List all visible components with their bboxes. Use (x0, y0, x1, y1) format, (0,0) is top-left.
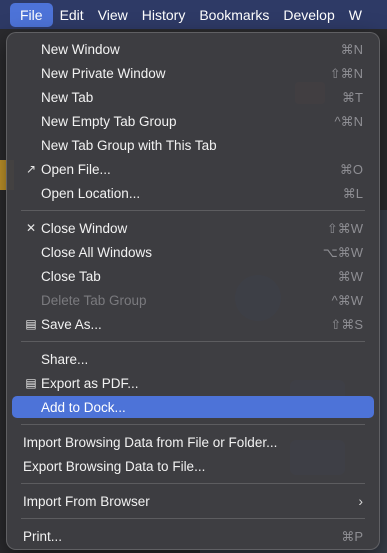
menu-item-new-window[interactable]: New Window ⌘N (12, 38, 374, 60)
menu-item-new-tab[interactable]: New Tab ⌘T (12, 86, 374, 108)
menu-separator (21, 210, 365, 211)
menu-edit[interactable]: Edit (53, 3, 91, 27)
menu-item-close-window[interactable]: ✕ Close Window ⇧⌘W (12, 217, 374, 239)
menu-item-share[interactable]: Share... (12, 348, 374, 370)
menu-history[interactable]: History (135, 3, 193, 27)
menu-view[interactable]: View (91, 3, 135, 27)
menu-item-close-all-windows[interactable]: Close All Windows ⌥⌘W (12, 241, 374, 263)
menu-item-new-empty-tab-group[interactable]: New Empty Tab Group ^⌘N (12, 110, 374, 132)
shortcut: ⌘W (337, 269, 363, 284)
menu-item-label: New Tab (41, 90, 94, 105)
menu-item-label: New Empty Tab Group (41, 114, 177, 129)
menu-item-new-tab-group-with-this-tab[interactable]: New Tab Group with This Tab (12, 134, 374, 156)
menu-item-label: Open Location... (41, 186, 141, 201)
menu-item-label: Add to Dock... (41, 400, 126, 415)
menu-item-label: New Window (41, 42, 120, 57)
menu-item-close-tab[interactable]: Close Tab ⌘W (12, 265, 374, 287)
shortcut: ⌘O (339, 162, 363, 177)
shortcut: ⌘T (342, 90, 363, 105)
menu-item-label: Close Tab (41, 269, 101, 284)
menu-item-open-file[interactable]: ↗ Open File... ⌘O (12, 158, 374, 180)
shortcut: ⇧⌘W (326, 221, 363, 236)
menu-item-label: Import From Browser (23, 494, 150, 509)
menu-window[interactable]: W (342, 3, 369, 27)
menu-item-label: Print... (23, 529, 63, 544)
menu-item-delete-tab-group: Delete Tab Group ^⌘W (12, 289, 374, 311)
pdf-document-icon: ▤ (25, 376, 37, 390)
menu-item-add-to-dock[interactable]: Add to Dock... (12, 396, 374, 418)
menu-bookmarks[interactable]: Bookmarks (192, 3, 276, 27)
menu-item-label: New Private Window (41, 66, 166, 81)
menu-item-label: Open File... (41, 162, 111, 177)
menu-item-open-location[interactable]: Open Location... ⌘L (12, 182, 374, 204)
close-icon: ✕ (25, 221, 37, 235)
menu-item-import-browsing-data[interactable]: Import Browsing Data from File or Folder… (12, 431, 374, 453)
menu-separator (21, 483, 365, 484)
menu-item-label: Close All Windows (41, 245, 153, 260)
menu-item-label: New Tab Group with This Tab (41, 138, 217, 153)
save-document-icon: ▤ (25, 317, 37, 331)
arrow-up-right-icon: ↗ (25, 162, 37, 176)
menu-item-label: Share... (41, 352, 89, 367)
menu-separator (21, 341, 365, 342)
file-menu-dropdown: New Window ⌘N New Private Window ⇧⌘N New… (6, 32, 380, 550)
shortcut: ⇧⌘N (329, 66, 363, 81)
shortcut: ^⌘N (334, 114, 364, 129)
menu-item-new-private-window[interactable]: New Private Window ⇧⌘N (12, 62, 374, 84)
shortcut: ^⌘W (331, 293, 363, 308)
shortcut: ⇧⌘S (330, 317, 363, 332)
menu-item-label: Export Browsing Data to File... (23, 459, 206, 474)
menu-bar: File Edit View History Bookmarks Develop… (0, 0, 387, 29)
shortcut: ⌘L (342, 186, 363, 201)
menu-item-export-as-pdf[interactable]: ▤ Export as PDF... (12, 372, 374, 394)
menu-item-export-browsing-data[interactable]: Export Browsing Data to File... (12, 455, 374, 477)
menu-develop[interactable]: Develop (276, 3, 341, 27)
shortcut: ⌥⌘W (322, 245, 363, 260)
menu-separator (21, 424, 365, 425)
shortcut: ⌘N (340, 42, 363, 57)
menu-item-import-from-browser[interactable]: Import From Browser › (12, 490, 374, 512)
menu-file[interactable]: File (10, 2, 53, 27)
menu-item-label: Import Browsing Data from File or Folder… (23, 435, 278, 450)
menu-separator (21, 518, 365, 519)
menu-item-label: Close Window (41, 221, 128, 236)
chevron-right-icon: › (358, 493, 363, 509)
menu-item-label: Save As... (41, 317, 102, 332)
menu-item-label: Delete Tab Group (41, 293, 147, 308)
menu-item-save-as[interactable]: ▤ Save As... ⇧⌘S (12, 313, 374, 335)
menu-item-print[interactable]: Print... ⌘P (12, 525, 374, 547)
shortcut: ⌘P (341, 529, 363, 544)
menu-item-label: Export as PDF... (41, 376, 139, 391)
